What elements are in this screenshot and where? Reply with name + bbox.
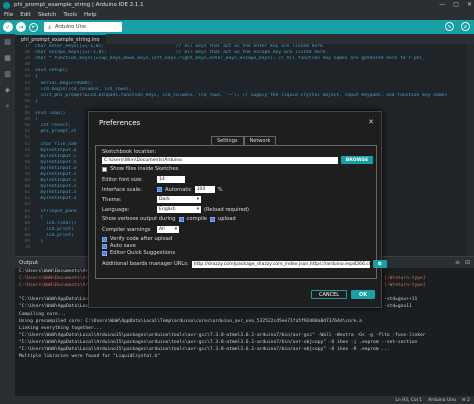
preferences-dialog: Preferences ✕ Settings Network Sketchboo…	[88, 111, 387, 308]
scale-unit: %	[217, 186, 223, 193]
show-files-checkbox[interactable]	[102, 166, 107, 172]
verify-label: Verify code after upload	[110, 236, 173, 242]
code-line[interactable]: init_phi_prompt(&lcd,btnpads,function_ke…	[35, 93, 474, 99]
sketchbook-input[interactable]: C:\Users\Wim\Documents\Arduino	[102, 157, 338, 164]
theme-select[interactable]: Dark ▾	[157, 196, 201, 203]
notifications-icon[interactable]: ✉ 2	[462, 398, 470, 403]
folder-icon[interactable]: ▤	[4, 38, 11, 46]
verbose-upload-checkbox[interactable]: ✓	[210, 216, 215, 222]
scale-auto-checkbox[interactable]: ✓	[157, 187, 162, 192]
arduino-logo-icon	[3, 1, 10, 9]
status-board[interactable]: Arduino Uno	[428, 398, 456, 403]
line-number-gutter: 37 38 39 40 41 42 43 44 45 46 47 48 49 50 51 52 53 54 55 56…	[15, 44, 32, 256]
sketchbook-label: Sketchbook location:	[102, 149, 157, 155]
scale-input[interactable]: 100	[194, 186, 215, 193]
serial-plotter-button[interactable]: ∿	[445, 22, 454, 31]
debug-button[interactable]: ▸	[29, 22, 38, 32]
code-line[interactable]: char * function_keys[]={up_keys,down_key…	[35, 56, 474, 62]
output-line: "C:\Users\WaW\AppData\Local\Arduino15\pa…	[19, 339, 418, 345]
board-icon[interactable]: ▦	[4, 54, 11, 62]
font-size-input[interactable]: 14	[157, 176, 185, 183]
cancel-button[interactable]: CANCEL	[311, 290, 347, 299]
boards-url-input[interactable]: http://drazzy.com/package_drazzy.com_ind…	[191, 260, 370, 268]
autosave-label: Auto save	[110, 243, 136, 249]
output-title: Output	[19, 259, 39, 266]
debug-icon[interactable]: ◈	[5, 86, 10, 94]
language-select[interactable]: English ▾	[157, 206, 201, 213]
settings-panel: Sketchbook location: C:\Users\Wim\Docume…	[95, 145, 387, 279]
menu-edit[interactable]: Edit	[20, 12, 31, 18]
serial-monitor-button[interactable]: ⌕	[461, 22, 470, 31]
verbose-compile-checkbox[interactable]: ✓	[178, 216, 184, 222]
scale-label: Interface scale:	[102, 186, 142, 193]
verbose-compile-label: compile	[186, 216, 207, 222]
search-icon[interactable]: ⌕	[6, 102, 10, 111]
quick-suggestions-label: Editor Quick Suggestions	[110, 250, 176, 256]
font-size-label: Editor font size:	[102, 176, 143, 183]
tab-sketch[interactable]: phi_prompt_example_string.ino	[15, 34, 106, 44]
menu-file[interactable]: File	[4, 12, 13, 18]
quick-suggestions-checkbox[interactable]: ✓	[102, 250, 107, 256]
output-line: Using precompiled core: C:\Users\WaW\App…	[19, 318, 362, 324]
verify-checkbox[interactable]: ✓	[102, 236, 107, 242]
warnings-label: Compiler warnings	[102, 226, 151, 233]
output-line: "C:\Users\WaW\AppData\Local\Arduino15\pa…	[19, 332, 426, 338]
menu-tools[interactable]: Tools	[63, 12, 77, 18]
editor-tabstrip: phi_prompt_example_string.ino	[15, 34, 474, 44]
minimap[interactable]	[466, 44, 474, 256]
upload-button[interactable]: →	[16, 22, 26, 32]
language-note: (Reload required)	[204, 206, 250, 213]
lock-scroll-icon[interactable]: ⊟	[465, 259, 470, 266]
autosave-checkbox[interactable]: ✓	[102, 243, 107, 249]
output-line: "C:\Users\WaW\AppData\Local\Arduino15\pa…	[19, 347, 390, 353]
verbose-label: Show verbose output during	[102, 216, 176, 222]
theme-label: Theme:	[102, 196, 122, 203]
chevron-down-icon: ▾	[196, 197, 199, 202]
output-line: Multiple libraries were found for "Liqui…	[19, 354, 161, 360]
verbose-upload-label: upload	[218, 216, 236, 222]
menu-sketch[interactable]: Sketch	[38, 12, 57, 18]
output-line: Compiling core...	[19, 311, 67, 317]
dialog-title: Preferences	[99, 119, 141, 127]
menu-help[interactable]: Help	[84, 12, 97, 18]
toolbar: ✓ → ▸ ⏚ Arduino Uno ∿ ⌕	[0, 20, 474, 34]
status-bar: Ln 93, Col 1 Arduino Uno ✉ 2	[0, 396, 474, 404]
browse-button[interactable]: BROWSE	[341, 156, 373, 164]
minimize-button[interactable]: —	[439, 1, 445, 8]
menu-bar: File Edit Sketch Tools Help	[0, 10, 474, 20]
language-label: Language:	[102, 206, 130, 213]
show-files-label: Show files inside Sketches	[110, 166, 179, 172]
maximize-button[interactable]: □	[453, 1, 459, 8]
clear-output-icon[interactable]: ≡	[455, 259, 460, 266]
usb-icon: ⏚	[47, 24, 53, 31]
chevron-down-icon: ▾	[196, 207, 199, 212]
theme-value: Dark	[159, 197, 170, 202]
language-value: English	[159, 207, 176, 212]
verify-button[interactable]: ✓	[3, 22, 13, 32]
warnings-select[interactable]: All ▾	[157, 226, 179, 233]
scale-auto-label: Automatic	[165, 186, 192, 193]
edit-urls-icon[interactable]: ⧉	[372, 260, 387, 268]
window-title: phi_prompt_example_string | Arduino IDE …	[14, 2, 144, 8]
output-line: Linking everything together...	[19, 325, 102, 331]
sidebar: ▤ ▦ ▥ ◈ ⌕	[0, 34, 15, 396]
title-bar: phi_prompt_example_string | Arduino IDE …	[0, 0, 474, 10]
boards-url-label: Additional boards manager URLs:	[102, 261, 189, 267]
board-selector[interactable]: ⏚ Arduino Uno	[44, 22, 122, 32]
cursor-position: Ln 93, Col 1	[395, 397, 423, 403]
close-icon[interactable]: ✕	[368, 118, 374, 126]
warnings-value: All	[159, 227, 165, 232]
chevron-down-icon: ▾	[174, 227, 177, 232]
close-window-button[interactable]: ✕	[467, 1, 472, 8]
library-icon[interactable]: ▥	[4, 70, 11, 78]
line-number: 70	[24, 245, 30, 251]
board-label: Arduino Uno	[55, 24, 86, 30]
ok-button[interactable]: OK	[351, 290, 375, 299]
